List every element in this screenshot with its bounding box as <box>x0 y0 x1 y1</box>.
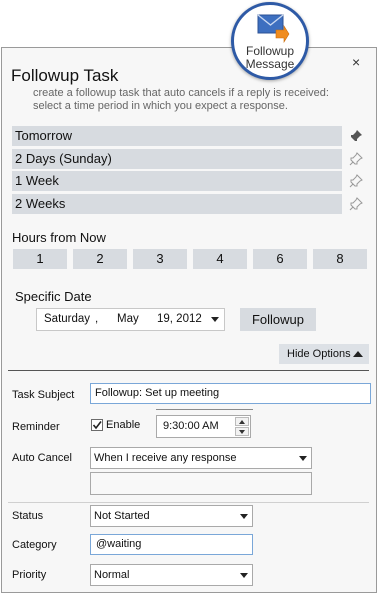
task-subject-input[interactable]: Followup: Set up meeting <box>90 383 371 404</box>
panel-title: Followup Task <box>11 66 119 85</box>
reminder-time-value: 9:30:00 AM <box>163 420 219 432</box>
chevron-up-icon <box>353 351 363 357</box>
date-picker[interactable]: Saturday , May 19, 2012 <box>36 308 225 331</box>
pin-icon[interactable] <box>348 196 364 212</box>
hours-button-8[interactable]: 8 <box>313 249 367 269</box>
pin-icon[interactable] <box>348 151 364 167</box>
priority-label: Priority <box>12 569 47 581</box>
status-label: Status <box>12 510 44 522</box>
followup-message-badge[interactable]: Followup Message <box>231 2 309 80</box>
spin-down-icon <box>239 430 245 434</box>
hide-options-label: Hide Options <box>287 348 351 360</box>
options-divider <box>8 370 369 371</box>
date-month: May <box>117 313 139 325</box>
close-icon[interactable]: × <box>352 54 360 70</box>
spin-up-icon <box>239 420 245 424</box>
task-subject-label: Task Subject <box>12 389 75 401</box>
hours-button-3[interactable]: 3 <box>133 249 187 269</box>
auto-cancel-label: Auto Cancel <box>12 452 72 464</box>
chevron-down-icon[interactable] <box>211 317 219 322</box>
chevron-down-icon <box>240 514 248 519</box>
badge-label-line2: Message <box>245 57 295 71</box>
quick-option-2-days[interactable]: 2 Days (Sunday) <box>12 149 342 169</box>
reminder-enable-label: Enable <box>106 419 141 431</box>
envelope-arrow-icon <box>257 14 290 43</box>
form-divider <box>8 502 369 503</box>
checkmark-icon <box>92 421 102 430</box>
reminder-time-input[interactable]: 9:30:00 AM <box>156 415 251 438</box>
subtitle-line-1: create a followup task that auto cancels… <box>33 87 329 99</box>
quick-option-1-week[interactable]: 1 Week <box>12 171 342 191</box>
hide-options-button[interactable]: Hide Options <box>279 344 369 364</box>
category-input[interactable]: @waiting <box>90 534 253 555</box>
time-field-top-rule <box>156 409 253 410</box>
priority-value: Normal <box>94 569 130 581</box>
auto-cancel-value: When I receive any response <box>94 452 237 464</box>
auto-cancel-extra-field[interactable] <box>90 472 312 495</box>
hours-from-now-label: Hours from Now <box>12 230 106 245</box>
category-label: Category <box>12 539 57 551</box>
hours-button-2[interactable]: 2 <box>73 249 127 269</box>
chevron-down-icon <box>240 573 248 578</box>
reminder-enable-checkbox[interactable] <box>91 419 103 431</box>
chevron-down-icon <box>299 456 307 461</box>
followup-button[interactable]: Followup <box>240 308 316 331</box>
hours-button-1[interactable]: 1 <box>13 249 67 269</box>
hours-button-4[interactable]: 4 <box>193 249 247 269</box>
priority-select[interactable]: Normal <box>90 564 253 586</box>
time-spin-down[interactable] <box>235 427 249 436</box>
date-separator: , <box>95 313 99 325</box>
specific-date-label: Specific Date <box>15 289 92 304</box>
pin-icon[interactable] <box>348 173 364 189</box>
date-day-year: 19, 2012 <box>157 313 202 325</box>
reminder-label: Reminder <box>12 421 60 433</box>
quick-option-2-weeks[interactable]: 2 Weeks <box>12 194 342 214</box>
hours-button-6[interactable]: 6 <box>253 249 307 269</box>
date-weekday: Saturday <box>44 313 91 325</box>
panel-subtitle: create a followup task that auto cancels… <box>33 87 353 113</box>
status-value: Not Started <box>94 510 150 522</box>
auto-cancel-select[interactable]: When I receive any response <box>90 447 312 469</box>
time-spin-up[interactable] <box>235 417 249 426</box>
status-select[interactable]: Not Started <box>90 505 253 527</box>
subtitle-line-2: select a time period in which you expect… <box>33 100 288 112</box>
pin-icon-pinned[interactable] <box>348 128 364 144</box>
quick-option-tomorrow[interactable]: Tomorrow <box>12 126 342 146</box>
